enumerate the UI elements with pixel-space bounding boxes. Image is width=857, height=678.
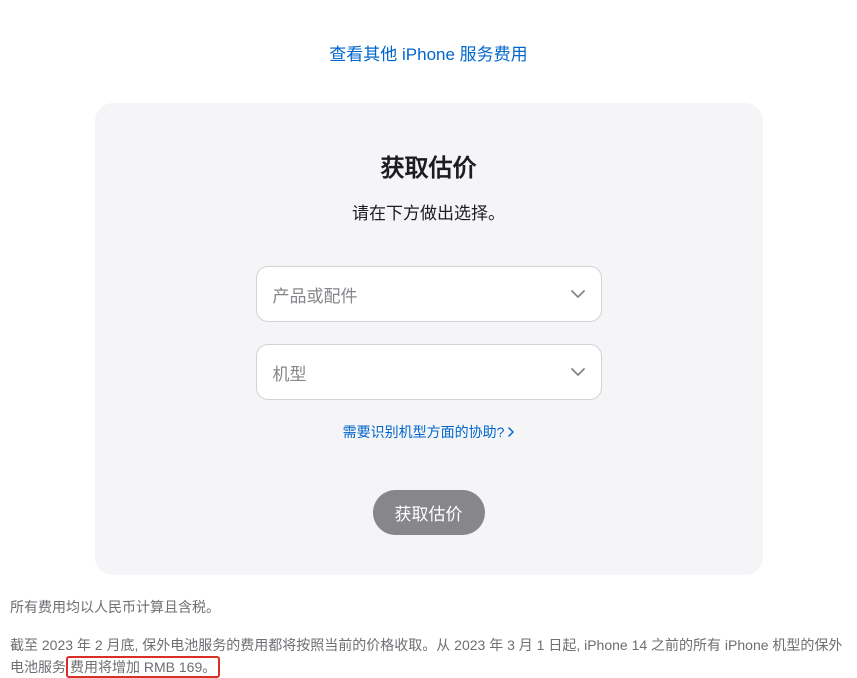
- view-other-services-link[interactable]: 查看其他 iPhone 服务费用: [0, 40, 857, 65]
- get-estimate-button[interactable]: 获取估价: [373, 490, 485, 535]
- card-subtitle: 请在下方做出选择。: [135, 199, 723, 224]
- product-select-placeholder: 产品或配件: [273, 282, 358, 307]
- estimate-card: 获取估价 请在下方做出选择。 产品或配件 机型 需要识别机型方面的协助?: [95, 103, 763, 575]
- card-title: 获取估价: [135, 148, 723, 183]
- model-select[interactable]: 机型: [256, 344, 602, 400]
- chevron-down-icon: [571, 368, 585, 376]
- model-select-placeholder: 机型: [273, 360, 307, 385]
- chevron-right-icon: [508, 427, 514, 437]
- identify-model-help-link[interactable]: 需要识别机型方面的协助?: [343, 422, 515, 442]
- footer-line-2: 截至 2023 年 2 月底, 保外电池服务的费用都将按照当前的价格收取。从 2…: [10, 635, 847, 678]
- product-select[interactable]: 产品或配件: [256, 266, 602, 322]
- footer-line-1: 所有费用均以人民币计算且含税。: [10, 597, 847, 617]
- help-link-text: 需要识别机型方面的协助?: [343, 422, 505, 442]
- price-increase-highlight: 费用将增加 RMB 169。: [66, 656, 220, 678]
- chevron-down-icon: [571, 290, 585, 298]
